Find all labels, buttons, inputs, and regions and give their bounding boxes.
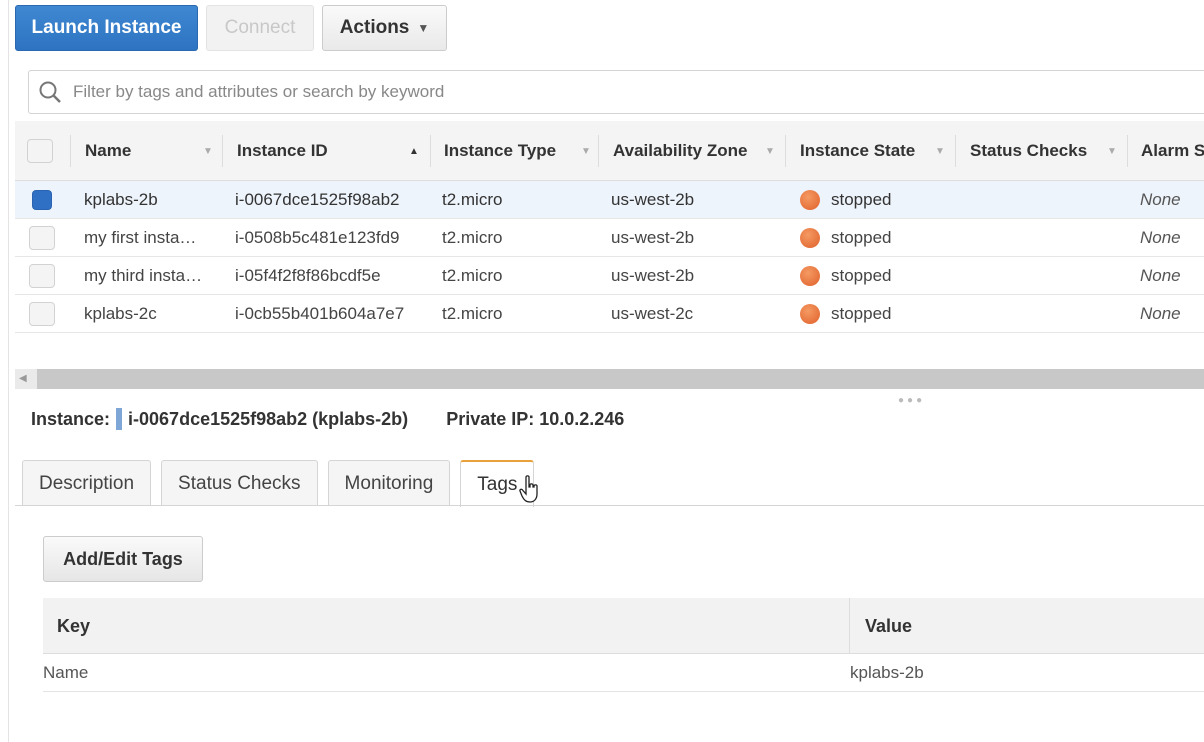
resize-grip-icon[interactable]: ●●●: [898, 395, 925, 406]
instance-type: t2.micro: [442, 228, 503, 247]
actions-label: Actions: [339, 17, 410, 38]
column-header-alarm-status[interactable]: Alarm S: [1141, 121, 1204, 181]
filter-bar: [28, 70, 1204, 114]
instance-name: my third insta…: [84, 266, 203, 285]
add-edit-tags-button[interactable]: Add/Edit Tags: [43, 536, 203, 582]
column-header-status-checks[interactable]: Status Checks ▼: [970, 121, 1130, 181]
column-separator: [785, 135, 786, 167]
table-row: Name kplabs-2b: [43, 654, 1204, 692]
column-header-key: Key: [57, 615, 91, 636]
alarm-status: None: [1140, 266, 1181, 285]
instance-label: Instance:: [31, 408, 111, 429]
sort-ascending-icon: ▲: [409, 145, 419, 157]
availability-zone: us-west-2b: [611, 190, 695, 209]
stopped-status-icon: [800, 190, 820, 210]
instance-type: t2.micro: [442, 190, 503, 209]
instance-state: stopped: [800, 295, 892, 333]
tags-table: Key Value Name kplabs-2b: [43, 598, 1204, 692]
instance-color-marker: [116, 408, 123, 430]
instance-state: stopped: [800, 219, 892, 257]
column-separator: [1127, 135, 1128, 167]
launch-instance-button[interactable]: Launch Instance: [15, 5, 198, 51]
table-row[interactable]: my third insta… i-05f4f2f8f86bcdf5e t2.m…: [15, 257, 1204, 295]
detail-tabs: Description Status Checks Monitoring Tag…: [22, 460, 535, 507]
column-header-instance-id[interactable]: Instance ID ▲: [237, 121, 432, 181]
instance-name: kplabs-2c: [84, 304, 157, 323]
sort-icon: ▼: [1107, 145, 1117, 157]
column-separator: [430, 135, 431, 167]
actions-dropdown[interactable]: Actions ▼: [322, 5, 447, 51]
toolbar: Launch Instance Connect Actions ▼: [15, 5, 447, 53]
instance-id: i-05f4f2f8f86bcdf5e: [235, 266, 381, 285]
stopped-status-icon: [800, 304, 820, 324]
table-row[interactable]: kplabs-2c i-0cb55b401b604a7e7 t2.micro u…: [15, 295, 1204, 333]
instance-type: t2.micro: [442, 304, 503, 323]
tag-value: kplabs-2b: [850, 663, 924, 682]
instance-id: i-0067dce1525f98ab2: [235, 190, 400, 209]
column-separator: [70, 135, 71, 167]
stopped-status-icon: [800, 266, 820, 286]
alarm-status: None: [1140, 190, 1181, 209]
instances-table: Name ▼ Instance ID ▲ Instance Type ▼ Ava…: [15, 121, 1204, 333]
instance-id-value: i-0067dce1525f98ab2 (kplabs-2b): [128, 408, 409, 429]
tab-monitoring[interactable]: Monitoring: [327, 460, 451, 506]
instance-id: i-0cb55b401b604a7e7: [235, 304, 405, 323]
alarm-status: None: [1140, 228, 1181, 247]
tag-key: Name: [43, 663, 89, 682]
select-all-checkbox[interactable]: [27, 139, 53, 163]
row-checkbox[interactable]: [29, 264, 55, 288]
column-header-value: Value: [865, 615, 913, 636]
horizontal-scrollbar[interactable]: ◀: [15, 369, 1204, 389]
left-divider: [8, 0, 9, 742]
row-checkbox[interactable]: [29, 302, 55, 326]
private-ip: Private IP: 10.0.2.246: [446, 408, 625, 429]
instance-state: stopped: [800, 181, 892, 219]
sort-icon: ▼: [765, 145, 775, 157]
column-header-instance-type[interactable]: Instance Type ▼: [444, 121, 604, 181]
connect-button[interactable]: Connect: [206, 5, 314, 51]
sort-icon: ▼: [935, 145, 945, 157]
instance-state: stopped: [800, 257, 892, 295]
column-separator: [598, 135, 599, 167]
select-all-cell: [27, 121, 53, 181]
column-separator: [222, 135, 223, 167]
table-row[interactable]: kplabs-2b i-0067dce1525f98ab2 t2.micro u…: [15, 181, 1204, 219]
instance-name: my first insta…: [84, 228, 197, 247]
instance-name: kplabs-2b: [84, 190, 158, 209]
tab-divider: [15, 505, 1204, 506]
tab-description[interactable]: Description: [22, 460, 152, 506]
instance-summary: Instance: i-0067dce1525f98ab2 (kplabs-2b…: [31, 408, 624, 430]
instance-type: t2.micro: [442, 266, 503, 285]
availability-zone: us-west-2b: [611, 228, 695, 247]
availability-zone: us-west-2c: [611, 304, 694, 323]
row-checkbox[interactable]: [32, 190, 52, 210]
column-header-name[interactable]: Name ▼: [85, 121, 225, 181]
column-separator: [849, 598, 850, 654]
instance-id: i-0508b5c481e123fd9: [235, 228, 400, 247]
availability-zone: us-west-2b: [611, 266, 695, 285]
instances-table-header: Name ▼ Instance ID ▲ Instance Type ▼ Ava…: [15, 121, 1204, 181]
scroll-left-icon[interactable]: ◀: [19, 373, 27, 384]
tags-table-header: Key Value: [43, 598, 1204, 654]
tab-status-checks[interactable]: Status Checks: [161, 460, 318, 506]
table-row[interactable]: my first insta… i-0508b5c481e123fd9 t2.m…: [15, 219, 1204, 257]
sort-icon: ▼: [581, 145, 591, 157]
stopped-status-icon: [800, 228, 820, 248]
filter-input[interactable]: [71, 81, 971, 103]
search-icon: [39, 81, 61, 103]
column-header-availability-zone[interactable]: Availability Zone ▼: [613, 121, 793, 181]
sort-icon: ▼: [203, 145, 213, 157]
row-checkbox[interactable]: [29, 226, 55, 250]
chevron-down-icon: ▼: [417, 21, 430, 35]
alarm-status: None: [1140, 304, 1181, 323]
column-header-instance-state[interactable]: Instance State ▼: [800, 121, 960, 181]
hand-pointer-icon: [519, 475, 538, 503]
column-separator: [955, 135, 956, 167]
